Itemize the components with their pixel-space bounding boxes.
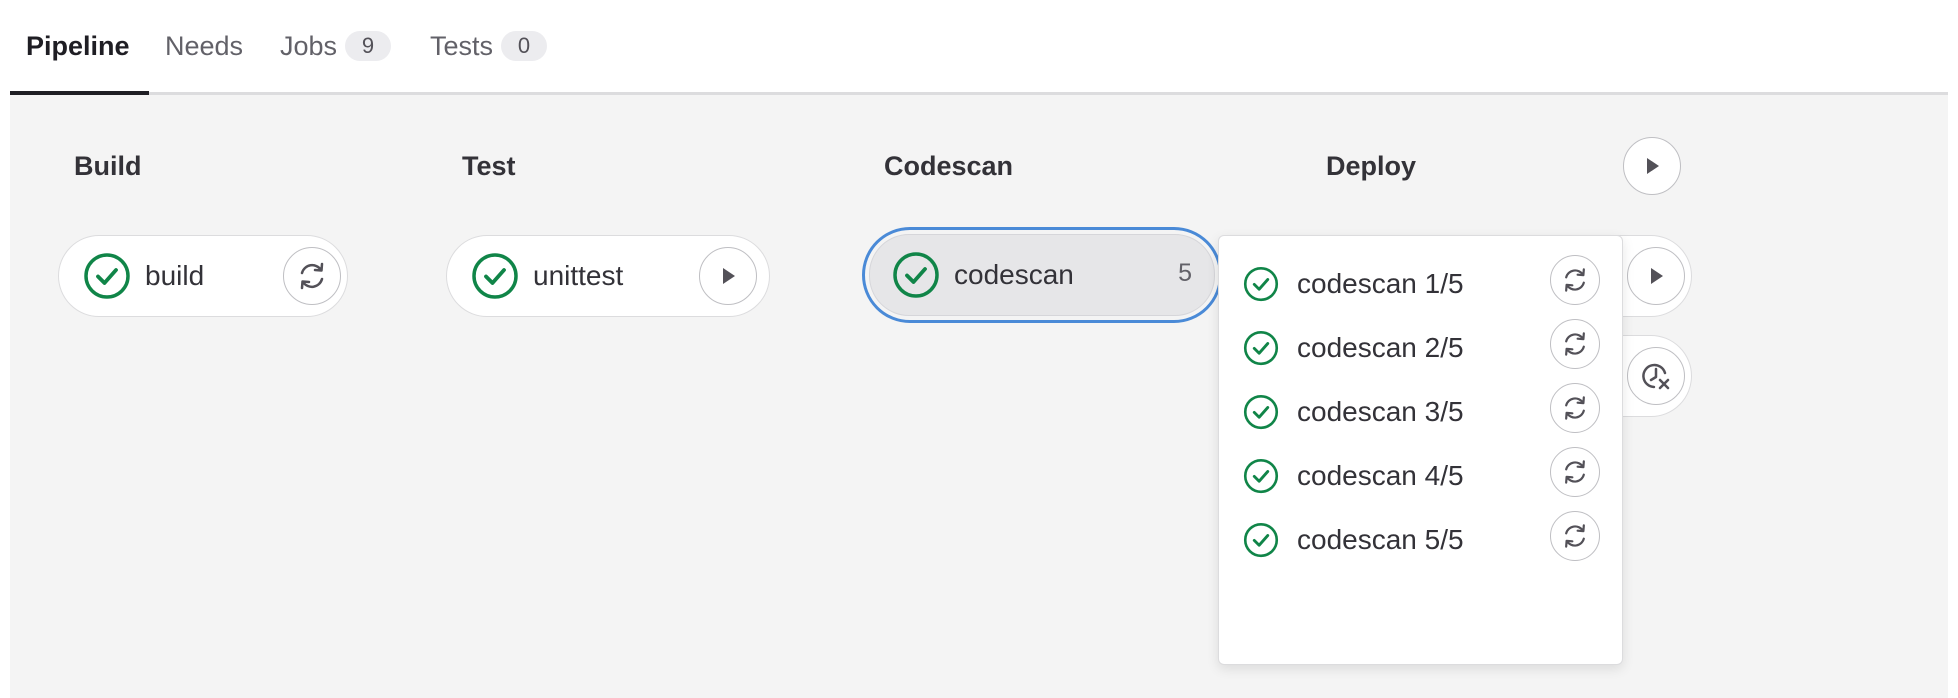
unittest-play-button[interactable] [699, 247, 757, 305]
dropdown-item-name: codescan 3/5 [1297, 396, 1464, 427]
jobs-count-badge: 9 [345, 31, 392, 61]
success-status-icon [471, 252, 519, 300]
stage-title-codescan: Codescan [884, 151, 1014, 181]
play-icon [723, 268, 735, 284]
dropdown-item-codescan-1[interactable]: codescan 1/5 [1219, 252, 1622, 316]
dropdown-item-name: codescan 2/5 [1297, 332, 1464, 363]
job-group-codescan[interactable]: codescan 5 [862, 227, 1222, 323]
tab-jobs[interactable]: Jobs 9 [280, 0, 392, 92]
job-unittest-name: unittest [533, 260, 624, 291]
success-status-icon [1243, 394, 1279, 430]
job-group-count: 5 [1178, 259, 1192, 287]
stage-title-build: Build [74, 151, 142, 181]
success-status-icon [1243, 266, 1279, 302]
retry-button[interactable] [1550, 255, 1600, 305]
pipeline-tabs: Pipeline Needs Jobs 9 Tests 0 [10, 0, 1948, 95]
success-status-icon [1243, 522, 1279, 558]
play-icon [1647, 158, 1659, 174]
retry-button[interactable] [1550, 383, 1600, 433]
job-unittest[interactable]: unittest [446, 235, 770, 317]
retry-icon [1565, 268, 1585, 292]
tab-tests[interactable]: Tests 0 [430, 0, 548, 92]
retry-button[interactable] [1550, 511, 1600, 561]
pipeline-graph: Build Test Codescan Deploy build unittes… [10, 95, 1948, 698]
dropdown-item-codescan-3[interactable]: codescan 3/5 [1219, 380, 1622, 444]
retry-icon [1565, 460, 1585, 484]
tab-jobs-label: Jobs [280, 30, 338, 61]
job-group-codescan-name: codescan [954, 259, 1074, 290]
tab-pipeline[interactable]: Pipeline [10, 0, 149, 95]
stage-title-deploy: Deploy [1326, 151, 1417, 181]
success-status-icon [892, 251, 940, 299]
deploy-stage-play-button[interactable] [1623, 137, 1681, 195]
dropdown-item-codescan-4[interactable]: codescan 4/5 [1219, 444, 1622, 508]
retry-icon [1565, 396, 1585, 420]
success-status-icon [1243, 330, 1279, 366]
codescan-jobs-dropdown: codescan 1/5 codescan 2/5 codescan 3/5 c… [1218, 235, 1623, 665]
success-status-icon [83, 252, 131, 300]
job-build[interactable]: build [58, 235, 348, 317]
tab-tests-label: Tests [430, 30, 494, 61]
tab-pipeline-label: Pipeline [26, 30, 130, 61]
dropdown-item-name: codescan 5/5 [1297, 524, 1464, 555]
clock-cancel-icon [1642, 363, 1670, 390]
tests-count-badge: 0 [501, 31, 548, 61]
job-group-codescan-inner: codescan 5 [869, 234, 1215, 316]
dropdown-item-codescan-5[interactable]: codescan 5/5 [1219, 508, 1622, 572]
deploy-job-play-button[interactable] [1627, 247, 1685, 305]
stage-title-test: Test [462, 151, 516, 181]
dropdown-item-name: codescan 4/5 [1297, 460, 1464, 491]
retry-icon [1565, 332, 1585, 356]
build-retry-button[interactable] [283, 247, 341, 305]
dropdown-item-name: codescan 1/5 [1297, 268, 1464, 299]
retry-icon [300, 262, 324, 290]
retry-button[interactable] [1550, 447, 1600, 497]
tab-needs[interactable]: Needs [165, 0, 243, 92]
job-build-name: build [145, 260, 205, 291]
tab-needs-label: Needs [165, 30, 244, 61]
deploy-job-unschedule-button[interactable] [1627, 347, 1685, 405]
retry-icon [1565, 524, 1585, 548]
play-icon [1651, 268, 1663, 284]
dropdown-item-codescan-2[interactable]: codescan 2/5 [1219, 316, 1622, 380]
success-status-icon [1243, 458, 1279, 494]
retry-button[interactable] [1550, 319, 1600, 369]
